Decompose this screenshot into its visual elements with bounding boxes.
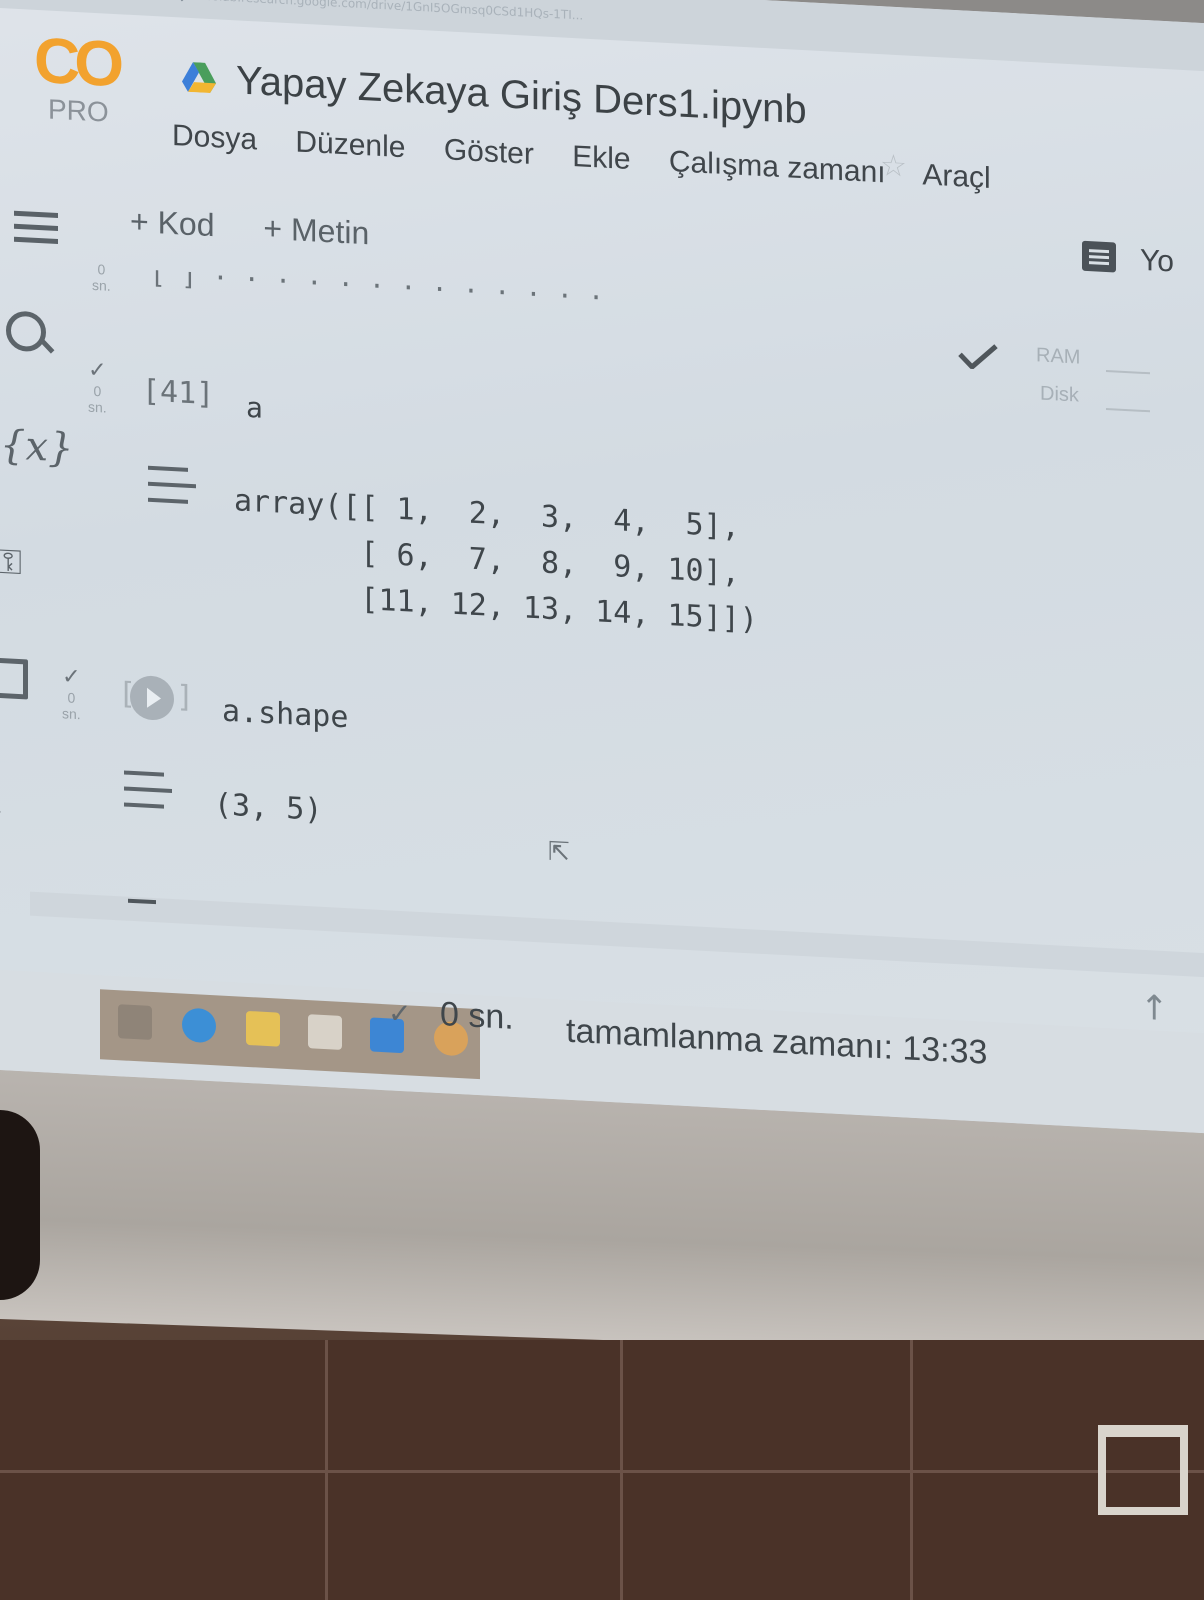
menu-runtime[interactable]: Çalışma zamanı [669,145,886,189]
cell-2-source[interactable]: a.shape [222,694,348,736]
cell-2-run-button[interactable] [130,674,174,722]
add-text-button[interactable]: + Metin [263,210,369,252]
site-settings-icon[interactable]: ⇆ [170,0,187,6]
status-elapsed: 0 sn. [440,995,514,1037]
cell-1-exec-count: [41] [142,373,215,413]
cell-2-exec-count-close: ] [176,679,195,716]
cell-2-output: (3, 5) [214,787,323,828]
comment-icon[interactable] [1082,240,1116,273]
disk-label[interactable]: Disk [1040,383,1079,408]
projected-colab-window: ↻ ⇆ colab.research.google.com/drive/1GnI… [0,0,1204,1134]
mouse-cursor-icon: ⇱ [548,836,570,868]
task-view-icon[interactable] [118,1004,152,1040]
menu-insert[interactable]: Ekle [572,140,630,176]
table-of-contents-icon[interactable] [14,209,58,247]
reload-icon[interactable]: ↻ [116,0,133,1]
variables-icon[interactable]: {x} [0,422,73,472]
cell-2-output-toggle-icon[interactable] [124,768,172,811]
menu-file[interactable]: Dosya [172,119,257,156]
partial-cell-code: [ ] · · · · · · · · · · · · · [150,259,604,314]
menu-bar: Dosya Düzenle Göster Ekle Çalışma zamanı… [172,119,1021,197]
viewer-head-silhouette [0,1110,40,1300]
cell-1-status: ✓ 0 sn. [88,356,107,416]
status-check-icon: ✓ [388,996,412,1031]
ram-label[interactable]: RAM [1036,344,1080,369]
colab-logo-mark: CO [34,23,118,101]
chevron-right-icon[interactable]: › [0,787,3,832]
cell-1-output: array([[ 1, 2, 3, 4, 5], [ 6, 7, 8, 9, 1… [234,483,758,638]
connected-check-icon[interactable] [958,342,998,371]
cell-2-status: ✓ 0 sn. [62,663,81,723]
ram-bar [1106,369,1150,375]
edge-browser-icon[interactable] [182,1007,216,1044]
menu-tools[interactable]: Araçl [922,158,990,195]
secrets-key-icon[interactable]: ⚿ [0,542,22,583]
file-explorer-icon[interactable] [246,1010,280,1047]
share-button-label[interactable]: Yo [1140,244,1174,280]
partial-cell-status: 0 sn. [92,261,111,294]
scroll-up-icon[interactable]: ↑ [1140,988,1169,1029]
notebook-toolbar: + Kod + Metin [130,203,409,255]
cell-1-source[interactable]: a [246,391,263,425]
disk-bar [1106,407,1150,413]
cell-1-check-icon: ✓ [88,356,107,383]
plan-label: PRO [48,93,109,128]
new-cell-area[interactable] [30,891,1204,978]
url-text[interactable]: colab.research.google.com/drive/1GnI5OGm… [205,0,583,23]
notebook-title[interactable]: Yapay Zekaya Giriş Ders1.ipynb [236,58,807,133]
files-icon[interactable] [0,657,28,700]
search-icon[interactable] [6,310,46,353]
add-code-button[interactable]: + Kod [130,203,215,243]
colab-logo[interactable]: CO PRO [34,23,118,130]
whiteboard-frame [1098,1425,1188,1515]
cell-1-output-toggle-icon[interactable] [148,464,196,507]
store-icon[interactable] [308,1014,342,1050]
google-drive-icon[interactable] [182,62,216,94]
cell-2-check-icon: ✓ [62,663,81,690]
menu-view[interactable]: Göster [444,133,534,171]
floor-tiles [0,1340,1204,1600]
menu-edit[interactable]: Düzenle [295,125,405,164]
